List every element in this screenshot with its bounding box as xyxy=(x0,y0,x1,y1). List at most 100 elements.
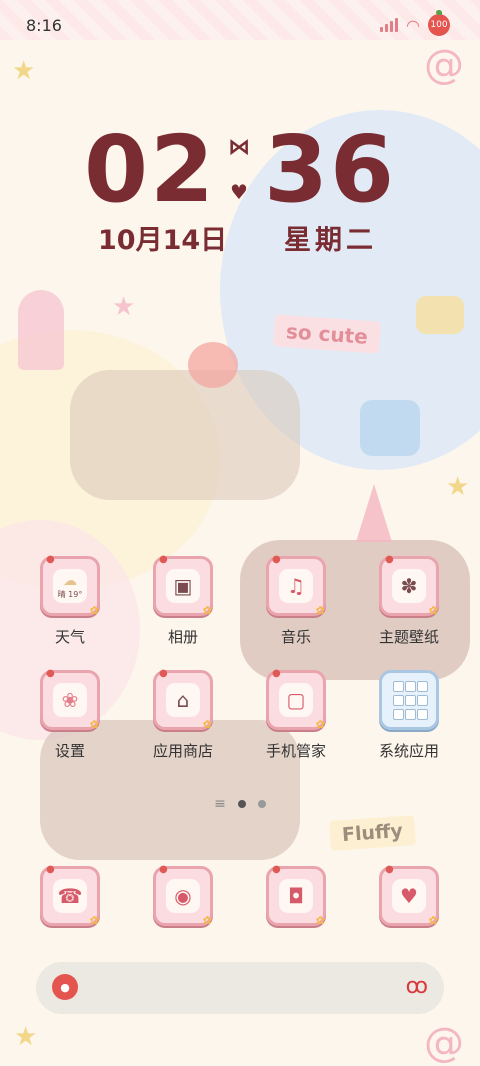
flower-icon: ✿ xyxy=(315,914,325,927)
app-browser[interactable]: ● ♥ ✿ xyxy=(359,864,459,927)
wifi-icon: ◠ xyxy=(406,15,420,35)
page-dot xyxy=(257,800,266,808)
heart-icon: ♥ xyxy=(230,180,250,204)
app-icon-tile: ● ❀ ✿ xyxy=(40,668,100,731)
app-label: 天气 xyxy=(54,628,85,646)
app-icon-tile: ● ☎ ✿ xyxy=(40,864,100,927)
apple-icon: ● xyxy=(52,974,78,1000)
app-icon-tile: ● ♥ ✿ xyxy=(379,864,439,927)
star-icon: ★ xyxy=(112,292,136,322)
clock-separator: ⋈ ♥ xyxy=(228,135,252,204)
page-list-icon: ≡ xyxy=(214,796,226,812)
flower-icon: ✿ xyxy=(428,604,438,617)
fluffy-sticker: Fluffy xyxy=(329,815,416,851)
battery-icon: 100 xyxy=(428,10,450,36)
clock-weekday: 星期二 xyxy=(284,225,377,256)
phone-manager-icon: ▢ xyxy=(279,683,313,717)
clock-minutes: 36 xyxy=(264,116,397,223)
app-icon-tile: ● ▢ ✿ xyxy=(266,668,326,731)
music-icon: ♫ xyxy=(279,569,313,603)
star-icon: ★ xyxy=(446,472,470,502)
app-label: 系统应用 xyxy=(378,742,439,760)
flower-icon: ✿ xyxy=(315,604,325,617)
app-store-icon: ⌂ xyxy=(166,683,200,717)
battery-level: 100 xyxy=(430,20,448,30)
weather-badge: 晴 19° xyxy=(57,589,83,599)
page-indicator[interactable]: ≡ xyxy=(0,796,480,812)
cherry-icon: ꝏ xyxy=(405,974,428,999)
app-icon-tile: ● ✽ ✿ xyxy=(379,554,439,617)
phone-icon: ☎ xyxy=(53,879,87,913)
bow-icon: ⋈ xyxy=(228,135,252,160)
app-icon-tile: ● ◉ ✿ xyxy=(153,864,213,927)
app-app-store[interactable]: ● ⌂ ✿ 应用商店 xyxy=(133,668,233,761)
star-icon: ★ xyxy=(14,1022,38,1052)
apple-icon: ● xyxy=(385,864,394,875)
apple-icon: ● xyxy=(159,554,168,565)
camera-icon: ◘ xyxy=(279,879,313,913)
party-hat-icon xyxy=(356,484,392,542)
apple-icon: ● xyxy=(159,668,168,679)
apple-icon: ● xyxy=(272,668,281,679)
flower-icon: ✿ xyxy=(89,718,99,731)
puppy-illustration-top xyxy=(70,370,300,500)
status-bar: 8:16 ◠ 100 xyxy=(0,0,480,50)
page-dot-active xyxy=(237,800,246,808)
flower-icon: ✿ xyxy=(89,604,99,617)
clock-date: 10月14日 xyxy=(98,225,228,256)
search-bar[interactable]: ● ꝏ xyxy=(36,962,444,1014)
flower-icon: ✿ xyxy=(202,718,212,731)
clock-hours: 02 xyxy=(83,116,216,223)
app-label: 主题壁纸 xyxy=(378,628,439,646)
app-label: 手机管家 xyxy=(265,742,326,760)
app-icon-tile: ● ♫ ✿ xyxy=(266,554,326,617)
app-label: 相册 xyxy=(167,628,198,646)
cupcake-icon xyxy=(360,400,420,456)
app-icon-tile: ● ▣ ✿ xyxy=(153,554,213,617)
apple-icon: ● xyxy=(46,864,55,875)
apple-icon: ● xyxy=(272,864,281,875)
settings-flower-icon: ❀ xyxy=(53,683,87,717)
signal-icon xyxy=(380,18,399,32)
app-label: 应用商店 xyxy=(152,742,213,760)
theme-wallpaper-icon: ✽ xyxy=(392,569,426,603)
flower-icon: ✿ xyxy=(428,914,438,927)
apple-illustration-icon xyxy=(188,342,238,388)
flower-icon: ✿ xyxy=(202,604,212,617)
apple-icon: ● xyxy=(46,668,55,679)
swirl-icon: @ xyxy=(424,1020,464,1066)
star-icon: ★ xyxy=(12,56,36,86)
apple-icon: ● xyxy=(272,554,281,565)
status-icons: ◠ 100 xyxy=(380,10,450,36)
app-label: 设置 xyxy=(54,742,85,760)
flower-icon: ✿ xyxy=(202,914,212,927)
weather-icon: ☁ 晴 19° xyxy=(53,569,87,603)
app-settings[interactable]: ● ❀ ✿ 设置 xyxy=(20,668,120,761)
system-apps-folder-icon xyxy=(392,680,428,720)
ice-cream-icon xyxy=(18,290,64,370)
browser-icon: ♥ xyxy=(392,879,426,913)
app-theme-wallpaper[interactable]: ● ✽ ✿ 主题壁纸 xyxy=(359,554,459,647)
flower-icon: ✿ xyxy=(89,914,99,927)
folder-icon-tile xyxy=(379,670,439,730)
app-system-apps-folder[interactable]: 系统应用 xyxy=(359,670,459,761)
pudding-icon xyxy=(416,296,464,334)
album-icon: ▣ xyxy=(166,569,200,603)
app-messages[interactable]: ● ◉ ✿ xyxy=(133,864,233,927)
clock-widget[interactable]: 02 ⋈ ♥ 36 xyxy=(0,120,480,220)
app-album[interactable]: ● ▣ ✿ 相册 xyxy=(133,554,233,647)
app-icon-tile: ● ☁ 晴 19° ✿ xyxy=(40,554,100,617)
app-camera[interactable]: ● ◘ ✿ xyxy=(246,864,346,927)
apple-icon: ● xyxy=(385,554,394,565)
app-phone[interactable]: ● ☎ ✿ xyxy=(20,864,120,927)
flower-icon: ✿ xyxy=(315,718,325,731)
messages-icon: ◉ xyxy=(166,879,200,913)
apple-icon: ● xyxy=(46,554,55,565)
app-icon-tile: ● ◘ ✿ xyxy=(266,864,326,927)
app-phone-manager[interactable]: ● ▢ ✿ 手机管家 xyxy=(246,668,346,761)
app-label: 音乐 xyxy=(280,628,311,646)
status-time: 8:16 xyxy=(26,16,62,35)
app-music[interactable]: ● ♫ ✿ 音乐 xyxy=(246,554,346,647)
apple-icon: ● xyxy=(159,864,168,875)
app-weather[interactable]: ● ☁ 晴 19° ✿ 天气 xyxy=(20,554,120,647)
